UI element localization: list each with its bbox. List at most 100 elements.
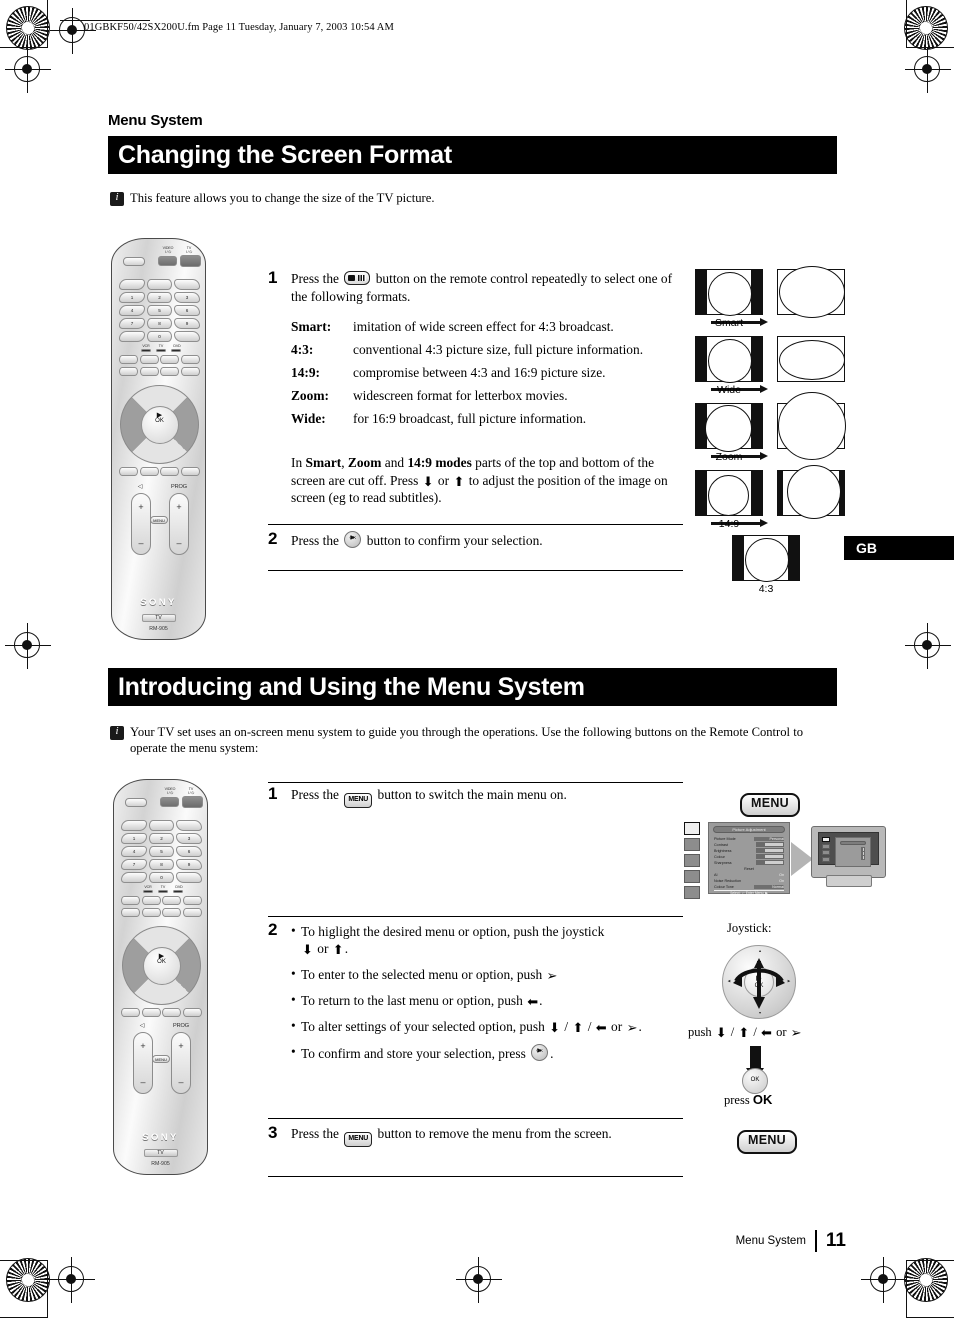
tv-source-4-3 [695,403,763,452]
osd-row-bar [756,848,784,854]
crop-mark-top-left [0,0,48,48]
remote-video-power-button [160,797,179,807]
step-text-after: button to remove the menu from the scree… [377,1126,612,1141]
step-3-menu-system: 3 Press the MENU button to remove the me… [268,1124,683,1147]
remote-video-power-label: I / ⏻ [166,791,174,795]
osd-row-bar [756,854,784,860]
step-1-screen-format: 1 Press the button on the remote control… [268,268,683,433]
info-text: This feature allows you to change the si… [130,191,435,205]
crop-mark-bottom-right [906,1260,954,1318]
remote-keypad-row-3: 789 [119,318,200,329]
footer-divider [814,1230,817,1252]
remote-menu-button: MENU [150,516,168,524]
osd-row-picture-mode: Picture Mode Personal [714,836,784,841]
step-number: 2 [268,920,278,939]
osd-row-name: Colour Tone [714,884,734,889]
bullet-text: To higlight the desired menu or option, … [301,924,605,939]
joystick-left-marker: ◀ [727,979,731,983]
osd-row-name: Sharpness [714,860,732,865]
remote-volume-rocker: + – [131,493,151,555]
registration-mark-right-upper [905,47,951,93]
osd-row-colour-tone: Colour Tone Normal [714,884,784,889]
osd-row-brightness: Brightness [714,848,784,854]
format-row-smart: Smart: imitation of wide screen effect f… [291,318,683,336]
bullet-alter: To alter settings of your selected optio… [291,1017,642,1035]
registration-mark-left-lower [5,623,51,669]
remote-source-vcr-label: VCR [144,885,152,889]
volume-up: + [138,502,144,512]
bullet-text: or [317,941,329,956]
remote-keypad-row-0 [121,820,202,831]
remote-device-tag: TV [143,1149,178,1157]
remote-model-number: RM-905 [151,1161,170,1167]
format-row-zoom: Zoom: widescreen format for letterbox mo… [291,387,683,405]
format-row-wide: Wide: for 16:9 broadcast, full picture i… [291,410,683,428]
remote-video-power-label: I / ⏻ [164,250,172,254]
bullet-text: To enter to the selected menu or option,… [301,967,543,982]
step-2-menu-system: 2 To higlight the desired menu or option… [268,920,683,1071]
osd-row-name: Reset [744,866,754,871]
remote-keypad-row-2: 456 [121,846,202,857]
remote-keypad-row-1: 123 [121,833,202,844]
remote-media-row [121,1008,203,1017]
step-number: 1 [268,268,278,287]
format-row-14-9: 14:9: compromise between 4:3 and 16:9 pi… [291,364,683,382]
menu-button-icon: MENU [344,1132,373,1147]
format-desc: for 16:9 broadcast, full picture informa… [353,411,587,426]
osd-footer-hint: Select: ↓↑ Enter Menu: ▶ [714,889,784,896]
note-text: , [341,455,348,470]
remote-source-tv-led [156,349,166,352]
osd-icon-picture-mini [822,837,830,842]
bullet-text: To confirm and store your selection, pre… [301,1046,526,1061]
osd-row-name: Brightness [714,848,732,853]
registration-mark-left-upper [5,47,51,93]
remote-device-tag: TV [141,614,176,622]
prog-down: – [178,1077,184,1087]
menu-badge-top: MENU [740,793,801,817]
remote-keypad-row-1: 123 [119,292,200,303]
format-label-wide: Wide [717,384,741,396]
remote-media-row [119,467,201,476]
tv-source-4-3 [695,470,763,516]
remote-source-dvd-led [171,349,181,352]
test-circle [745,538,789,582]
tv-set-illustration [811,826,886,887]
remote-ok-center: ▶ OK [140,405,179,444]
joystick-up-marker: ▲ [758,949,762,953]
language-tab-gb: GB [844,536,954,560]
remote-keypad-row-4: 0 [119,331,200,342]
format-label-4-3: 4:3 [758,583,774,595]
ok-button-icon [531,1042,549,1061]
note-bold-149: 14:9 modes [407,455,472,470]
press-ok-caption: press OK [724,1092,772,1108]
osd-icon-sound-mini [822,843,830,849]
remote-source-tv-label: TV [160,885,166,889]
joystick-right-marker: ▶ [787,979,791,983]
osd-icon-setup-mini [822,856,830,862]
note-bold-zoom: Zoom [347,455,382,470]
arrow-left-icon: ⬅ [527,994,539,1009]
format-desc: conventional 4:3 picture size, full pict… [353,342,644,357]
bullet-confirm: To confirm and store your selection, pre… [291,1042,642,1062]
osd-icon-picture [684,822,700,835]
remote-source-dvd-led [173,890,183,893]
step-text-after: button to confirm your selection. [366,533,543,548]
info-icon [110,725,124,740]
step-text-before: Press the [291,533,339,548]
remote-joystick-pad: ▶ OK [120,385,199,464]
format-term: Zoom: [291,388,329,403]
format-term: Smart: [291,319,332,334]
osd-category-icons [684,822,700,899]
remote-video-power-button [158,256,177,266]
divider-below-menu-step3 [268,1176,683,1178]
banner-title: Changing the Screen Format [118,140,452,169]
prog-up: + [176,502,182,512]
bullet-text: To alter settings of your selected optio… [301,1019,545,1034]
format-desc: compromise between 4:3 and 16:9 picture … [353,365,606,380]
osd-icon-setup [684,870,700,883]
divider-above-step2 [268,524,683,526]
arrow-down-icon: ⬇ [302,942,313,957]
step-number: 2 [268,529,278,548]
test-circle [787,465,841,519]
bullet-text: . [344,941,349,956]
